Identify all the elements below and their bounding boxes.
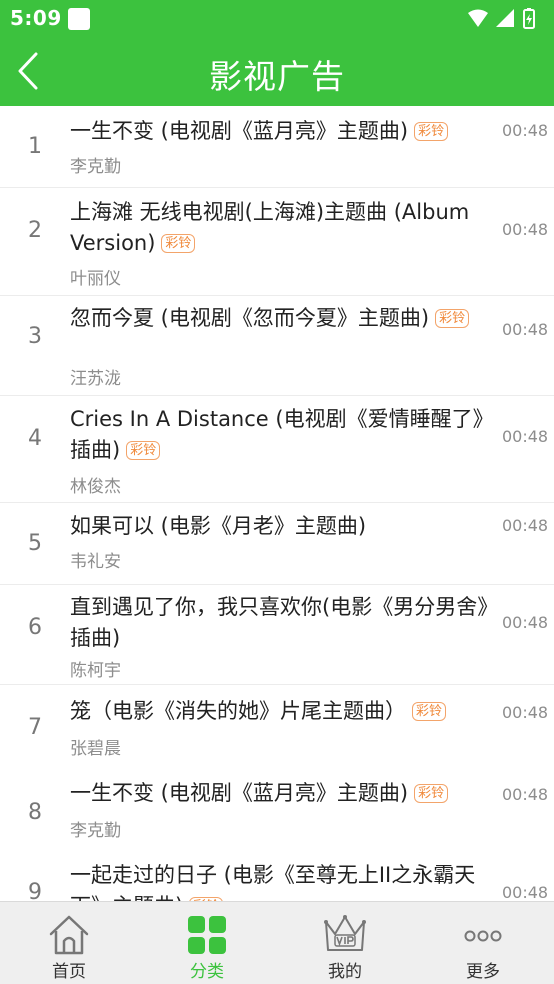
song-artist: 张碧晨	[70, 739, 121, 759]
song-title: Cries In A Distance (电视剧《爱情睡醒了》插曲) 彩铃	[70, 407, 494, 462]
song-artist: 陈柯宇	[70, 661, 121, 681]
song-row[interactable]: 8 一生不变 (电视剧《蓝月亮》主题曲) 彩铃 李克勤 00:48	[0, 767, 554, 849]
song-title: 一生不变 (电视剧《蓝月亮》主题曲) 彩铃	[70, 778, 496, 809]
song-index: 9	[28, 880, 42, 901]
song-duration: 00:48	[502, 703, 549, 722]
app-bar: 影视广告	[0, 36, 554, 106]
system-status-icons	[468, 8, 535, 29]
page-title: 影视广告	[209, 57, 345, 96]
tab-label: 首页	[52, 962, 86, 982]
ringtone-badge[interactable]: 彩铃	[435, 309, 470, 328]
song-duration: 00:48	[502, 883, 549, 901]
song-index: 3	[28, 324, 42, 349]
song-row[interactable]: 5 如果可以 (电影《月老》主题曲) 韦礼安 00:48	[0, 503, 554, 585]
song-artist: 韦礼安	[70, 552, 121, 572]
vip-crown-icon	[324, 915, 366, 951]
song-duration: 00:48	[502, 785, 549, 804]
tab-home[interactable]: 首页	[0, 902, 138, 984]
song-index: 6	[28, 615, 42, 640]
tab-label: 分类	[190, 962, 224, 982]
song-title: 一起走过的日子 (电影《至尊无上II之永霸天下》主题曲)彩铃	[70, 860, 496, 901]
tab-mine[interactable]: 我的	[276, 902, 414, 984]
song-duration: 00:48	[502, 220, 549, 239]
ringtone-badge[interactable]: 彩铃	[414, 784, 449, 803]
song-artist: 林俊杰	[70, 477, 121, 497]
tab-label: 我的	[328, 962, 362, 982]
bottom-tab-bar: 首页 分类 我的 更多	[0, 901, 554, 984]
ringtone-badge[interactable]: 彩铃	[161, 234, 196, 253]
ringtone-badge[interactable]: 彩铃	[414, 122, 449, 141]
ringtone-badge[interactable]: 彩铃	[126, 441, 161, 460]
song-row[interactable]: 1 一生不变 (电视剧《蓝月亮》主题曲) 彩铃 李克勤 00:48	[0, 106, 554, 188]
song-title: 忽而今夏 (电视剧《忽而今夏》主题曲) 彩铃	[70, 303, 496, 334]
song-row[interactable]: 9 一起走过的日子 (电影《至尊无上II之永霸天下》主题曲)彩铃 00:48	[0, 849, 554, 901]
song-row[interactable]: 6 直到遇见了你，我只喜欢你(电影《男分男舍》插曲) 陈柯宇 00:48	[0, 585, 554, 685]
song-duration: 00:48	[502, 613, 549, 632]
song-duration: 00:48	[502, 121, 549, 140]
song-row[interactable]: 4 Cries In A Distance (电视剧《爱情睡醒了》插曲) 彩铃 林…	[0, 396, 554, 503]
status-bar: 5:09	[0, 0, 554, 36]
song-list[interactable]: 1 一生不变 (电视剧《蓝月亮》主题曲) 彩铃 李克勤 00:48 2 上海滩 无…	[0, 106, 554, 901]
back-button[interactable]	[10, 46, 54, 96]
chevron-left-icon	[18, 52, 38, 90]
ringtone-badge[interactable]: 彩铃	[412, 702, 447, 721]
song-row[interactable]: 2 上海滩 无线电视剧(上海滩)主题曲 (Album Version) 彩铃 叶丽…	[0, 188, 554, 296]
wifi-icon	[468, 9, 488, 27]
song-duration: 00:48	[502, 427, 549, 446]
song-duration: 00:48	[502, 320, 549, 339]
status-time: 5:09	[10, 6, 62, 30]
song-duration: 00:48	[502, 516, 549, 535]
notification-icon	[68, 8, 90, 30]
song-artist: 汪苏泷	[70, 369, 121, 389]
home-icon	[49, 915, 89, 955]
song-index: 2	[28, 218, 42, 243]
song-index: 5	[28, 531, 42, 556]
song-artist: 李克勤	[70, 821, 121, 841]
song-title: 直到遇见了你，我只喜欢你(电影《男分男舍》插曲)	[70, 595, 488, 650]
song-index: 4	[28, 426, 42, 451]
song-artist: 叶丽仪	[70, 269, 121, 289]
tab-more[interactable]: 更多	[414, 902, 552, 984]
tab-label: 更多	[466, 962, 500, 982]
tab-category[interactable]: 分类	[138, 902, 276, 984]
category-grid-icon	[188, 916, 226, 954]
song-row[interactable]: 7 笼（电影《消失的她》片尾主题曲） 彩铃 张碧晨 00:48	[0, 685, 554, 767]
more-dots-icon	[464, 930, 502, 942]
song-artist: 李克勤	[70, 157, 121, 177]
signal-icon	[496, 9, 514, 27]
song-row[interactable]: 3 忽而今夏 (电视剧《忽而今夏》主题曲) 彩铃 汪苏泷 00:48	[0, 296, 554, 396]
song-title: 一生不变 (电视剧《蓝月亮》主题曲) 彩铃	[70, 116, 496, 147]
song-title: 笼（电影《消失的她》片尾主题曲） 彩铃	[70, 696, 496, 727]
song-index: 7	[28, 715, 42, 740]
song-title: 上海滩 无线电视剧(上海滩)主题曲 (Album Version) 彩铃	[70, 200, 470, 255]
song-index: 1	[28, 134, 42, 159]
song-index: 8	[28, 800, 42, 825]
battery-icon	[523, 8, 535, 29]
song-title: 如果可以 (电影《月老》主题曲)	[70, 514, 367, 538]
